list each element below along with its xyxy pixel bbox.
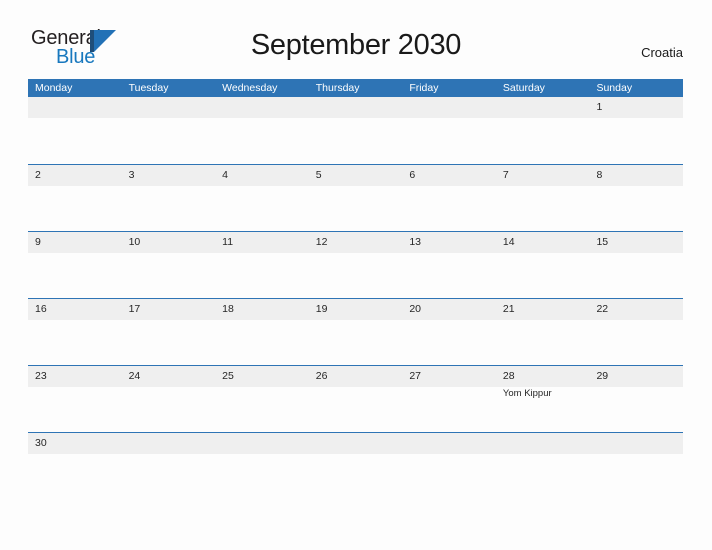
calendar-day-cell[interactable]: 18 [215, 299, 309, 365]
calendar-day-cell[interactable]: 20 [402, 299, 496, 365]
calendar-day-cell[interactable]: 6 [402, 165, 496, 231]
calendar-day-cell[interactable]: 10 [121, 232, 216, 298]
day-header-friday: Friday [409, 82, 439, 94]
calendar-day-cell[interactable]: 24 [121, 366, 216, 432]
calendar-day-cell-empty [495, 97, 590, 163]
day-number: 25 [222, 370, 234, 382]
calendar-day-cell[interactable]: 17 [121, 299, 216, 365]
day-number: 20 [409, 303, 421, 315]
day-number: 7 [502, 169, 509, 181]
day-number: 1 [596, 101, 603, 113]
calendar-day-cell[interactable]: 7 [495, 165, 590, 231]
calendar-day-cell[interactable]: 30 [28, 433, 122, 499]
region-label: Croatia [641, 45, 683, 60]
calendar-week-row: 23 24 25 26 27 28 Yom Kippur 29 [28, 365, 684, 432]
day-number: 30 [35, 437, 47, 449]
calendar-day-cell[interactable]: 9 [28, 232, 122, 298]
day-number: 16 [35, 303, 47, 315]
calendar-day-cell[interactable]: 8 [589, 165, 684, 231]
day-number: 28 [502, 370, 515, 382]
calendar-grid: Monday Tuesday Wednesday Thursday Friday… [28, 79, 684, 499]
day-header-wednesday: Wednesday [222, 82, 278, 94]
calendar-page: General Blue September 2030 Croatia Mond… [0, 0, 712, 550]
day-number: 9 [35, 236, 41, 248]
day-number: 29 [596, 370, 609, 382]
calendar-day-cell-empty [215, 433, 309, 499]
day-number: 19 [315, 303, 328, 315]
day-number: 13 [409, 236, 421, 248]
calendar-day-cell-empty [589, 433, 684, 499]
calendar-day-cell[interactable]: 4 [215, 165, 309, 231]
calendar-day-cell[interactable]: 15 [589, 232, 684, 298]
calendar-day-cell[interactable]: 2 [28, 165, 122, 231]
day-number: 2 [35, 169, 41, 181]
calendar-day-cell[interactable]: 13 [402, 232, 496, 298]
calendar-day-cell[interactable]: 11 [215, 232, 309, 298]
holiday-label: Yom Kippur [502, 388, 552, 399]
day-header-sunday: Sunday [596, 82, 633, 94]
day-number: 26 [315, 370, 328, 382]
calendar-day-cell-empty [121, 97, 216, 163]
day-of-week-header-row: Monday Tuesday Wednesday Thursday Friday… [28, 79, 683, 97]
calendar-day-cell[interactable]: 1 [589, 97, 684, 163]
calendar-day-cell-empty [215, 97, 309, 163]
calendar-day-cell[interactable]: 28 Yom Kippur [495, 366, 590, 432]
calendar-day-cell-empty [121, 433, 216, 499]
calendar-day-cell[interactable]: 27 [402, 366, 496, 432]
calendar-day-cell[interactable]: 22 [589, 299, 684, 365]
day-header-tuesday: Tuesday [128, 82, 169, 94]
calendar-week-row: 9 10 11 12 13 14 15 [28, 231, 684, 298]
day-number: 12 [315, 236, 328, 248]
calendar-day-cell[interactable]: 16 [28, 299, 122, 365]
day-number: 22 [596, 303, 609, 315]
day-header-saturday: Saturday [502, 82, 545, 94]
calendar-week-row: 1 [28, 97, 684, 164]
day-header-thursday: Thursday [315, 82, 360, 94]
calendar-day-cell-empty [308, 97, 403, 163]
day-number: 11 [222, 236, 234, 248]
day-number: 6 [409, 169, 416, 181]
day-number: 15 [596, 236, 609, 248]
page-title: September 2030 [250, 29, 462, 61]
day-number: 4 [222, 169, 228, 181]
day-header-monday: Monday [35, 82, 73, 94]
calendar-week-row: 2 3 4 5 6 7 8 [28, 164, 684, 231]
calendar-day-cell-empty [28, 97, 122, 163]
calendar-day-cell[interactable]: 12 [308, 232, 403, 298]
calendar-day-cell[interactable]: 14 [495, 232, 590, 298]
calendar-week-row: 30 [28, 432, 684, 499]
day-number: 17 [128, 303, 141, 315]
day-number: 8 [596, 169, 603, 181]
calendar-day-cell[interactable]: 29 [589, 366, 684, 432]
day-number: 27 [409, 370, 421, 382]
calendar-day-cell[interactable]: 3 [121, 165, 216, 231]
page-header: General Blue September 2030 Croatia [0, 0, 712, 78]
day-number: 5 [315, 169, 322, 181]
day-events: Yom Kippur [503, 388, 587, 400]
calendar-day-cell-empty [402, 97, 496, 163]
calendar-day-cell[interactable]: 21 [495, 299, 590, 365]
day-number: 21 [502, 303, 515, 315]
day-number: 3 [128, 169, 135, 181]
calendar-day-cell[interactable]: 25 [215, 366, 309, 432]
calendar-day-cell-empty [308, 433, 403, 499]
day-number: 18 [222, 303, 234, 315]
calendar-weeks: 1 2 3 4 5 6 7 8 9 10 11 12 13 14 15 16 17 18 19 20 21 22 23 24 2… [28, 97, 684, 499]
day-number: 14 [502, 236, 515, 248]
calendar-day-cell-empty [402, 433, 496, 499]
calendar-day-cell[interactable]: 19 [308, 299, 403, 365]
calendar-day-cell[interactable]: 23 [28, 366, 122, 432]
calendar-week-row: 16 17 18 19 20 21 22 [28, 298, 684, 365]
day-number: 10 [128, 236, 141, 248]
calendar-day-cell[interactable]: 26 [308, 366, 403, 432]
calendar-day-cell-empty [495, 433, 590, 499]
day-number: 24 [128, 370, 141, 382]
calendar-day-cell[interactable]: 5 [308, 165, 403, 231]
day-number: 23 [35, 370, 47, 382]
